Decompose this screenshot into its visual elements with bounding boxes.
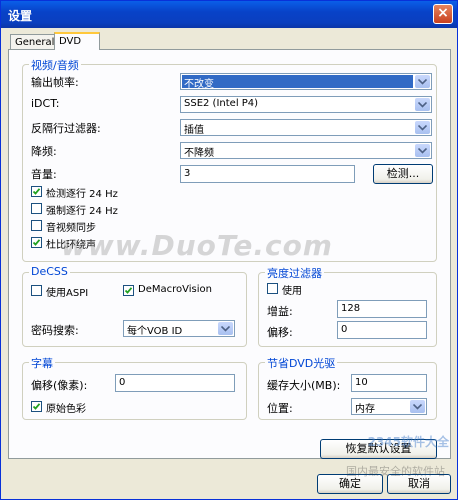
chevron-down-icon[interactable] — [415, 98, 430, 111]
site-watermark: www.DuoTe.com — [61, 229, 333, 262]
luma-filter-group: 亮度过滤器 使用 增益: 128 偏移: 0 — [258, 265, 437, 347]
key-search-select[interactable]: 每个VOB ID — [123, 320, 235, 337]
location-select[interactable]: 内存 — [351, 398, 427, 415]
detect-progressive-checkbox[interactable] — [31, 186, 42, 197]
deinterlace-value: 插值 — [184, 125, 204, 136]
footer-watermark: 国内最安全的软件站 — [346, 465, 445, 478]
chevron-down-icon[interactable] — [415, 144, 430, 157]
force-progressive-checkbox[interactable] — [31, 203, 42, 214]
decss-group: DeCSS 使用ASPI DeMacroVision 密码搜索: 每个VOB I… — [22, 265, 247, 347]
luma-use-checkbox[interactable] — [267, 283, 278, 294]
demacrovision-checkbox[interactable] — [123, 285, 134, 296]
location-label: 位置: — [267, 402, 293, 415]
idct-select[interactable]: SSE2 (Intel P4) — [180, 96, 432, 113]
idct-value: SSE2 (Intel P4) — [184, 98, 259, 109]
detect-progressive-label: 检测逐行 24 Hz — [46, 189, 118, 200]
luma-filter-group-title: 亮度过滤器 — [265, 265, 324, 281]
chevron-down-icon[interactable] — [218, 322, 233, 335]
demacrovision-label: DeMacroVision — [138, 284, 212, 295]
chevron-down-icon[interactable] — [415, 75, 430, 88]
subtitles-group: 字幕 偏移(像素): 0 原始色彩 — [22, 355, 247, 420]
tab-general[interactable]: General — [10, 34, 60, 49]
use-aspi-label: 使用ASPI — [46, 288, 89, 299]
subtitles-group-title: 字幕 — [29, 355, 55, 371]
subtitle-offset-label: 偏移(像素): — [31, 379, 88, 392]
av-sync-checkbox[interactable] — [31, 220, 42, 231]
deinterlace-label: 反隔行过滤器: — [31, 122, 101, 135]
video-audio-group-title: 视频/音频 — [29, 57, 81, 73]
force-progressive-label: 强制逐行 24 Hz — [46, 206, 118, 217]
downsample-label: 降频: — [31, 145, 57, 158]
volume-input[interactable]: 3 — [180, 165, 355, 183]
luma-offset-label: 偏移: — [267, 326, 293, 339]
cache-size-label: 缓存大小(MB): — [267, 379, 341, 392]
luma-use-label: 使用 — [282, 286, 302, 297]
use-aspi-checkbox[interactable] — [31, 285, 42, 296]
output-rate-label: 输出帧率: — [31, 76, 79, 89]
deinterlace-select[interactable]: 插值 — [180, 119, 432, 136]
title-bar[interactable]: 设置 × — [1, 1, 457, 28]
window-title: 设置 — [8, 9, 33, 23]
dolby-surround-checkbox[interactable] — [31, 237, 42, 248]
original-color-checkbox[interactable] — [31, 401, 42, 412]
detect-button[interactable]: 检测... — [373, 164, 433, 184]
cache-size-input[interactable]: 10 — [351, 374, 427, 392]
chevron-down-icon[interactable] — [415, 121, 430, 134]
volume-label: 音量: — [31, 168, 57, 181]
decss-group-title: DeCSS — [29, 265, 70, 278]
close-button[interactable]: × — [433, 4, 453, 24]
luma-offset-input[interactable]: 0 — [337, 321, 427, 339]
idct-label: iDCT: — [31, 97, 60, 110]
output-rate-select[interactable]: 不改变 — [180, 73, 432, 90]
key-search-value: 每个VOB ID — [127, 326, 183, 337]
tab-dvd[interactable]: DVD — [54, 32, 100, 50]
settings-dialog: 设置 × General DVD 视频/音频 输出帧率: 不改变 iDCT: S… — [0, 0, 458, 500]
dvd-saver-group-title: 节省DVD光驱 — [265, 355, 338, 371]
downsample-select[interactable]: 不降频 — [180, 142, 432, 159]
corner-watermark: 2345软件大全 — [367, 435, 449, 449]
downsample-value: 不降频 — [184, 148, 214, 159]
subtitle-offset-input[interactable]: 0 — [115, 374, 235, 392]
gain-label: 增益: — [267, 305, 293, 318]
dvd-saver-group: 节省DVD光驱 缓存大小(MB): 10 位置: 内存 — [258, 355, 437, 420]
gain-input[interactable]: 128 — [337, 300, 427, 318]
chevron-down-icon[interactable] — [410, 400, 425, 413]
original-color-label: 原始色彩 — [46, 404, 86, 415]
key-search-label: 密码搜索: — [31, 324, 79, 337]
output-rate-value: 不改变 — [182, 75, 413, 90]
location-value: 内存 — [355, 404, 375, 415]
